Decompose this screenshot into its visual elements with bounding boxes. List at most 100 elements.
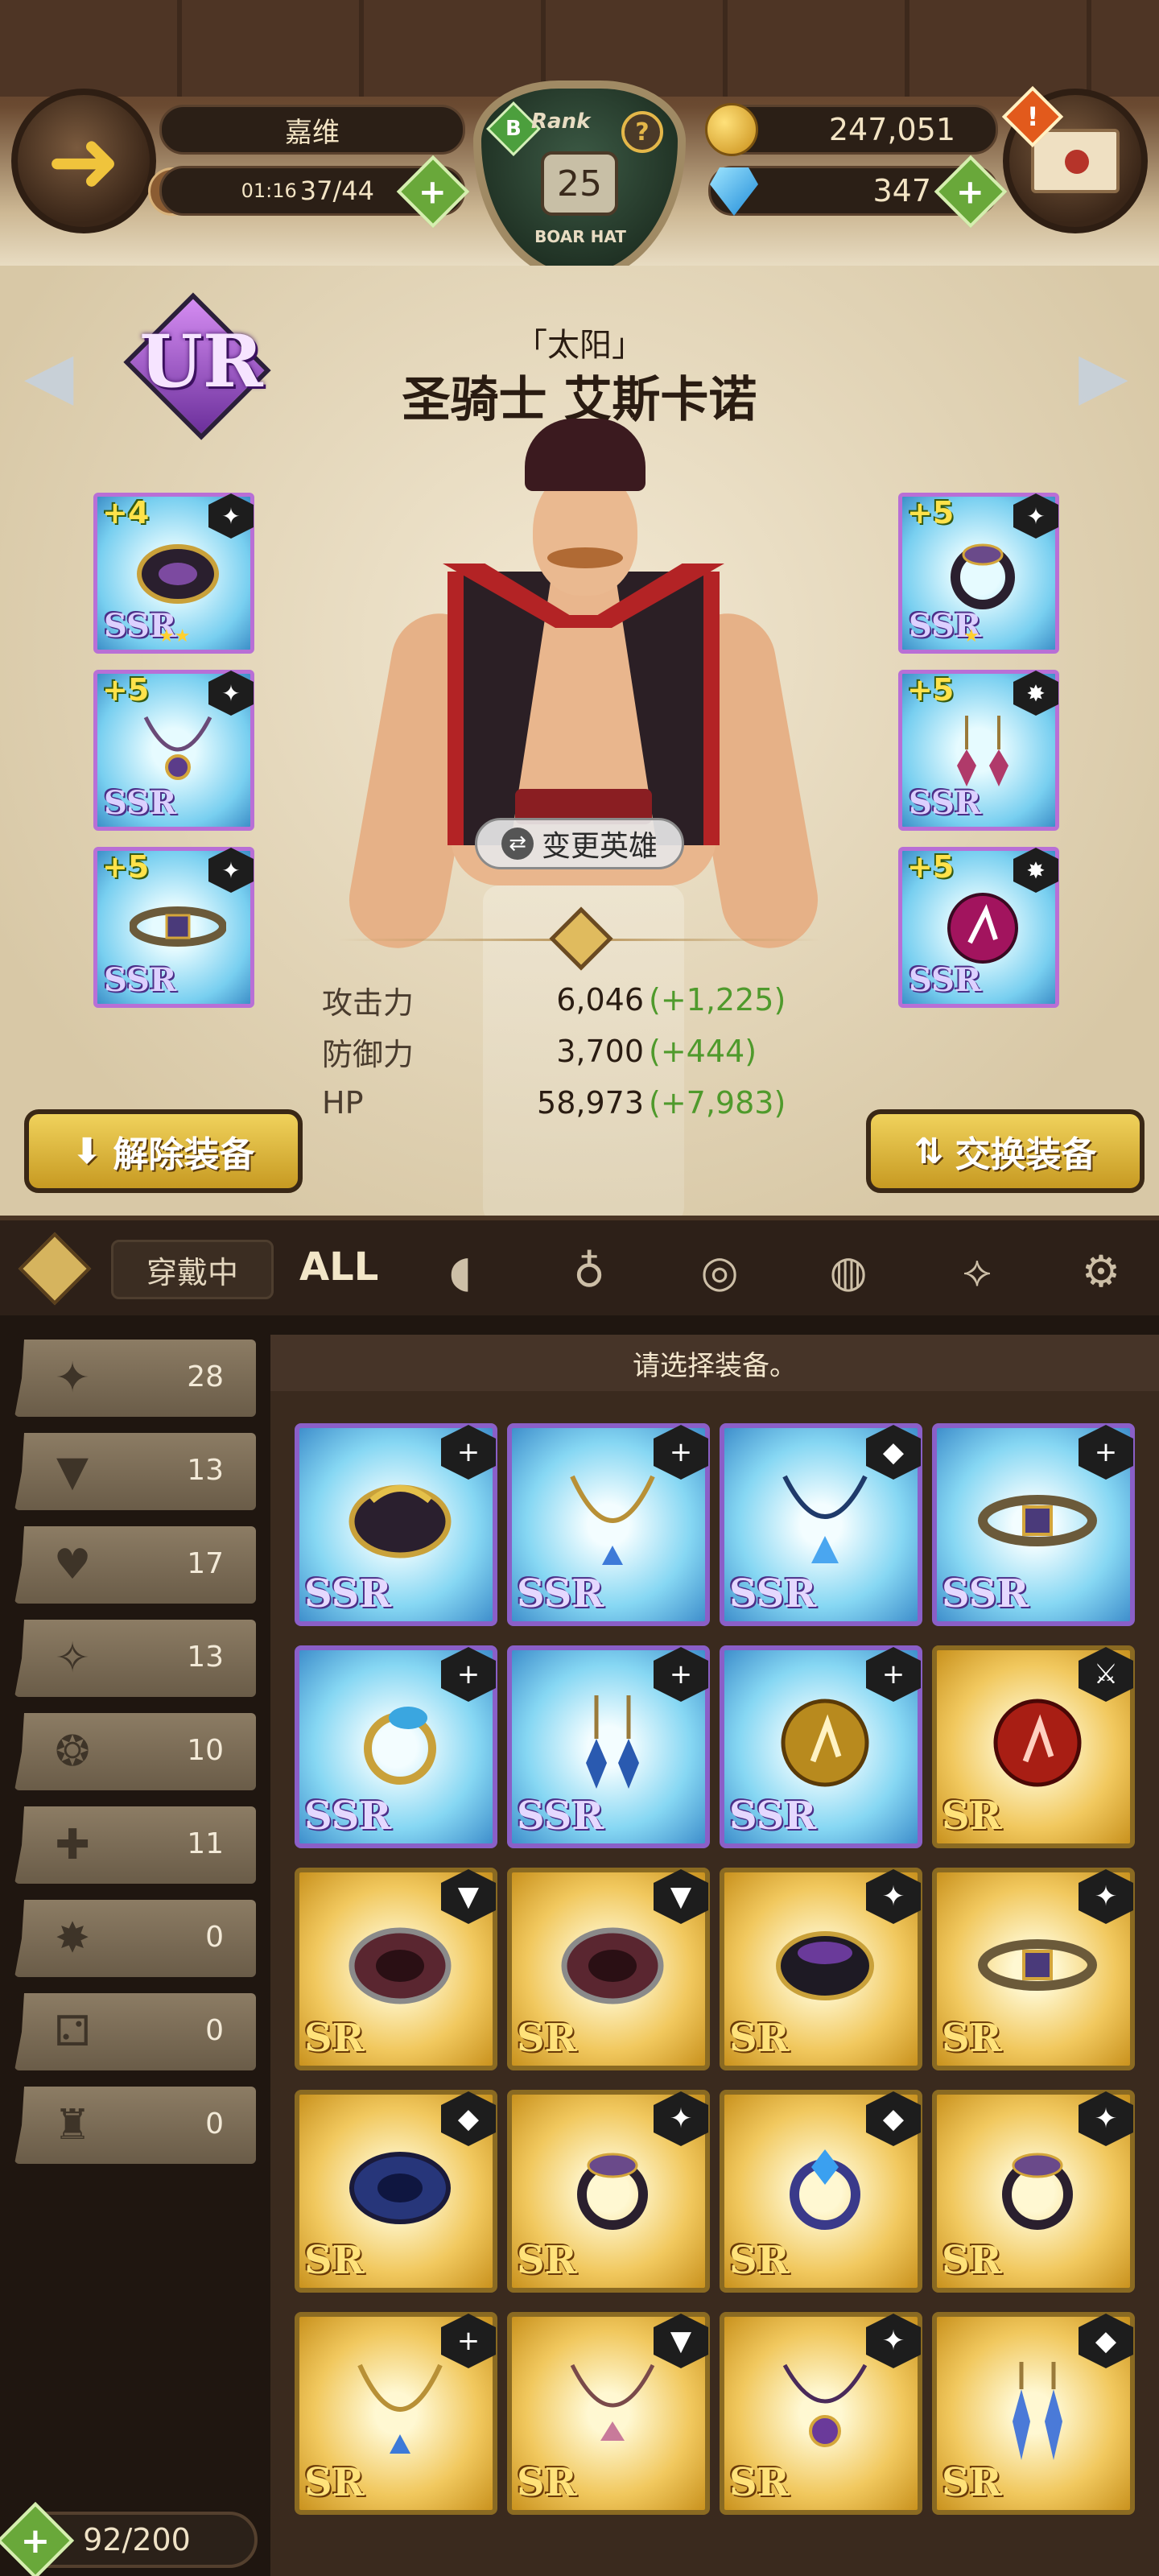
- swap-label: 交换装备: [955, 1134, 1097, 1175]
- filter-burst[interactable]: ✸ 0: [14, 1900, 256, 1977]
- rarity-label: SSR: [517, 1571, 604, 1616]
- crit-icon: ✧: [55, 1634, 90, 1682]
- necklace-blue-icon: [782, 1475, 868, 1563]
- stat-filter-list: ✦ 28 ▼ 13 ♥ 17 ✧ 13 ❂ 10 ✚ 11 ✸ 0 ⚁ 0 ♜ …: [14, 1340, 264, 2180]
- earring-icon[interactable]: ⟡: [947, 1245, 1008, 1298]
- equip-slot-bracelet[interactable]: +4 ✦ SSR ★★: [93, 493, 254, 654]
- ring-icon[interactable]: ◍: [818, 1245, 879, 1298]
- plus-icon: +: [20, 2520, 51, 2562]
- belt-icon: [130, 906, 226, 947]
- rarity-label: SR: [304, 2460, 365, 2505]
- back-arrow-icon: ➜: [46, 109, 122, 213]
- bracelet-blue-icon: [349, 2152, 451, 2224]
- equipment-card[interactable]: ▼ SR: [507, 1868, 710, 2070]
- equipment-card[interactable]: + SSR: [295, 1645, 497, 1848]
- inventory-panel: ✦ 28 ▼ 13 ♥ 17 ✧ 13 ❂ 10 ✚ 11 ✸ 0 ⚁ 0 ♜ …: [0, 1315, 1159, 2576]
- next-hero-arrow-icon[interactable]: ▶: [1079, 338, 1128, 413]
- back-button[interactable]: ➜: [11, 89, 156, 233]
- ring-icon: [951, 543, 1015, 609]
- hp-icon: ♥: [53, 1541, 92, 1589]
- rarity-label: SR: [304, 2016, 365, 2061]
- bracelet-icon: [137, 544, 219, 604]
- stat-bonus: (+7,983): [649, 1085, 786, 1121]
- equipment-card[interactable]: ⚔ SR: [932, 1645, 1135, 1848]
- stat-bonus: (+444): [649, 1034, 757, 1069]
- bracelet-icon[interactable]: ◖: [430, 1245, 491, 1298]
- resist-icon: ❂: [55, 1728, 90, 1776]
- filter-count: 17: [187, 1547, 224, 1580]
- equipment-card[interactable]: + SSR: [507, 1423, 710, 1626]
- rank-title: BOAR HAT: [534, 227, 626, 246]
- equipment-card[interactable]: ✦ SR: [932, 1868, 1135, 2070]
- equipment-card[interactable]: + SR: [295, 2312, 497, 2515]
- fang-icon: ♜: [53, 2101, 92, 2149]
- equip-slot-ring[interactable]: +5 ✦ SSR ★: [898, 493, 1059, 654]
- equip-slot-necklace[interactable]: +5 ✦ SSR: [93, 670, 254, 831]
- ring-blue-icon: [790, 2149, 860, 2230]
- rarity-label: SR: [729, 2460, 790, 2505]
- dice-icon: ⚁: [54, 2008, 91, 2056]
- equipment-card[interactable]: ✦ SR: [932, 2090, 1135, 2293]
- slot-rarity: SSR: [104, 784, 177, 822]
- swap-equipment-button[interactable]: ⇅ 交换装备: [866, 1109, 1145, 1193]
- unequip-button[interactable]: ⬇ 解除装备: [24, 1109, 303, 1193]
- equipment-card[interactable]: ▼ SR: [295, 1868, 497, 2070]
- necklace-icon[interactable]: ♁: [559, 1245, 620, 1298]
- swap-icon: ⇅: [914, 1130, 944, 1172]
- equipment-card[interactable]: + SSR: [932, 1423, 1135, 1626]
- filter-count: 11: [187, 1827, 224, 1860]
- prev-hero-arrow-icon[interactable]: ◀: [24, 338, 74, 413]
- tab-equipped[interactable]: 穿戴中: [111, 1240, 274, 1299]
- change-hero-button[interactable]: ⇄ 变更英雄: [475, 818, 684, 869]
- equip-slot-belt[interactable]: +5 ✦ SSR: [93, 847, 254, 1008]
- rarity-label: SSR: [304, 1794, 392, 1839]
- filter-hp[interactable]: ♥ 17: [14, 1526, 256, 1604]
- stat-label: 攻击力: [322, 985, 415, 1021]
- filter-crit[interactable]: ✧ 13: [14, 1620, 256, 1697]
- filter-resist[interactable]: ❂ 10: [14, 1713, 256, 1790]
- equipment-card[interactable]: ▼ SR: [507, 2312, 710, 2515]
- equipment-card[interactable]: ✦ SR: [720, 1868, 922, 2070]
- equipment-card[interactable]: ◆ SR: [932, 2312, 1135, 2515]
- rune-red-icon: [993, 1699, 1082, 1787]
- filter-count: 0: [205, 1921, 224, 1954]
- ring-dark-icon: [577, 2153, 648, 2230]
- rarity-label: SR: [517, 2016, 577, 2061]
- stat-label: 防御力: [322, 1036, 415, 1072]
- rune-icon[interactable]: ⚙: [1070, 1245, 1132, 1298]
- stat-bonus: (+1,225): [649, 982, 786, 1018]
- hero-subtitle: 「太阳」: [515, 327, 644, 364]
- filter-count: 13: [187, 1454, 224, 1487]
- filter-defense[interactable]: ▼ 13: [14, 1433, 256, 1510]
- stat-row-defense: 防御力 3,700 (+444): [322, 1026, 837, 1077]
- rarity-label: SR: [729, 2016, 790, 2061]
- burst-icon: ✸: [55, 1914, 90, 1963]
- equipment-card[interactable]: + SSR: [295, 1423, 497, 1626]
- rarity-label: SSR: [729, 1571, 817, 1616]
- filter-recovery[interactable]: ✚ 11: [14, 1806, 256, 1884]
- equip-slot-rune[interactable]: +5 ✸ SSR: [898, 847, 1059, 1008]
- equipment-card[interactable]: + SSR: [507, 1645, 710, 1848]
- equip-slot-earring[interactable]: +5 ✸ SSR: [898, 670, 1059, 831]
- filter-dice[interactable]: ⚁ 0: [14, 1993, 256, 2070]
- belt-icon: [978, 1939, 1097, 1991]
- equipment-card[interactable]: ◆ SR: [720, 2090, 922, 2293]
- equipment-card[interactable]: ◆ SR: [295, 2090, 497, 2293]
- stat-value: 3,700: [556, 1034, 644, 1069]
- filter-fang[interactable]: ♜ 0: [14, 2087, 256, 2164]
- slot-level: +5: [102, 849, 150, 885]
- rank-help-icon[interactable]: ?: [621, 111, 663, 153]
- belt-icon[interactable]: ◎: [689, 1245, 750, 1298]
- rarity-label: SSR: [517, 1794, 604, 1839]
- filter-attack[interactable]: ✦ 28: [14, 1340, 256, 1417]
- rune-gold-icon: [781, 1699, 869, 1787]
- equipment-card[interactable]: ✦ SR: [507, 2090, 710, 2293]
- sort-icon[interactable]: [18, 1232, 92, 1306]
- equipment-card[interactable]: + SSR: [720, 1645, 922, 1848]
- slot-rarity: SSR: [104, 961, 177, 999]
- equipment-card[interactable]: ◆ SSR: [720, 1423, 922, 1626]
- slot-level: +5: [907, 849, 955, 885]
- equipment-card[interactable]: ✦ SR: [720, 2312, 922, 2515]
- necklace-icon: [143, 716, 212, 780]
- tab-all[interactable]: ALL: [299, 1245, 378, 1290]
